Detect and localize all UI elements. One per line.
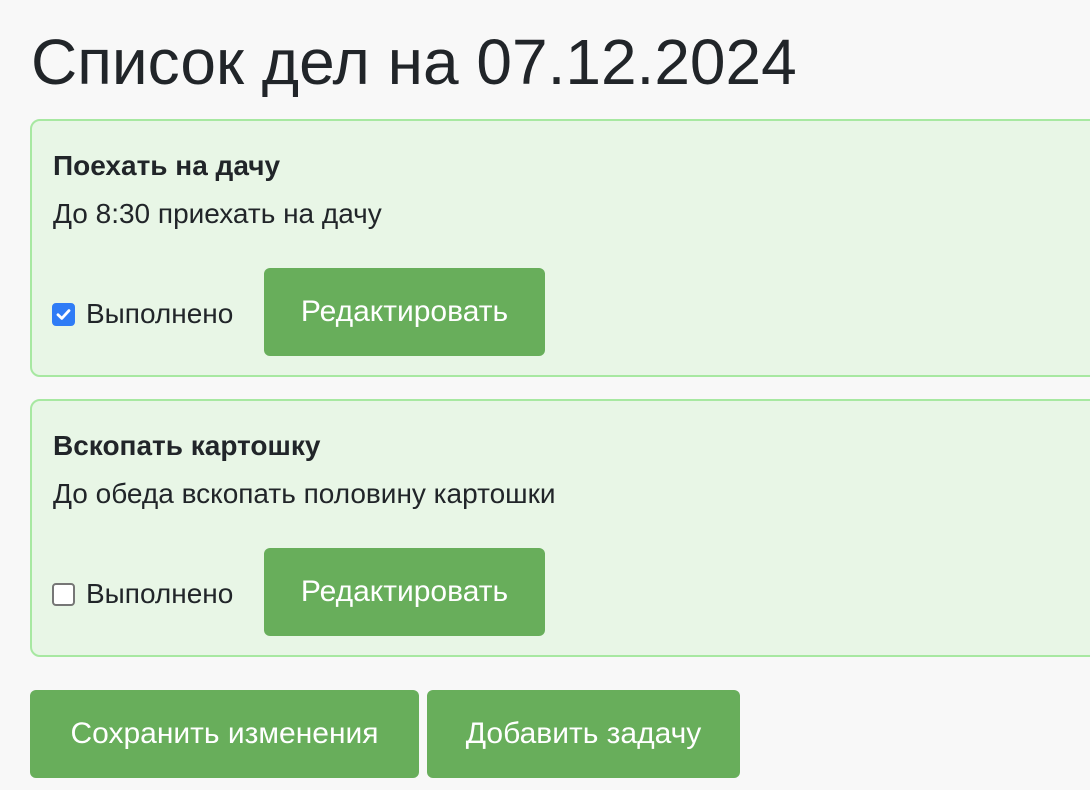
task-title: Поехать на дачу [53, 150, 281, 181]
save-changes-button[interactable]: Сохранить изменения [30, 690, 419, 778]
task-description: До 8:30 приехать на дачу [53, 198, 382, 229]
page-title: Список дел на 07.12.2024 [31, 26, 797, 98]
checkbox-unchecked-icon[interactable] [52, 582, 75, 606]
edit-button[interactable]: Редактировать [264, 548, 545, 636]
checkbox-checked-icon[interactable] [52, 302, 75, 326]
add-task-button[interactable]: Добавить задачу [427, 690, 740, 778]
task-card: Вскопать картошку До обеда вскопать поло… [30, 399, 1090, 657]
task-description: До обеда вскопать половину картошки [53, 478, 556, 509]
done-label: Выполнено [86, 298, 234, 329]
checkmark-icon [56, 308, 71, 320]
task-card: Поехать на дачу До 8:30 приехать на дачу… [30, 119, 1090, 377]
done-checkbox-label[interactable]: Выполнено [52, 577, 233, 611]
done-checkbox-label[interactable]: Выполнено [52, 297, 233, 331]
edit-button[interactable]: Редактировать [264, 268, 545, 356]
task-title: Вскопать картошку [53, 430, 321, 461]
done-label: Выполнено [86, 578, 234, 609]
